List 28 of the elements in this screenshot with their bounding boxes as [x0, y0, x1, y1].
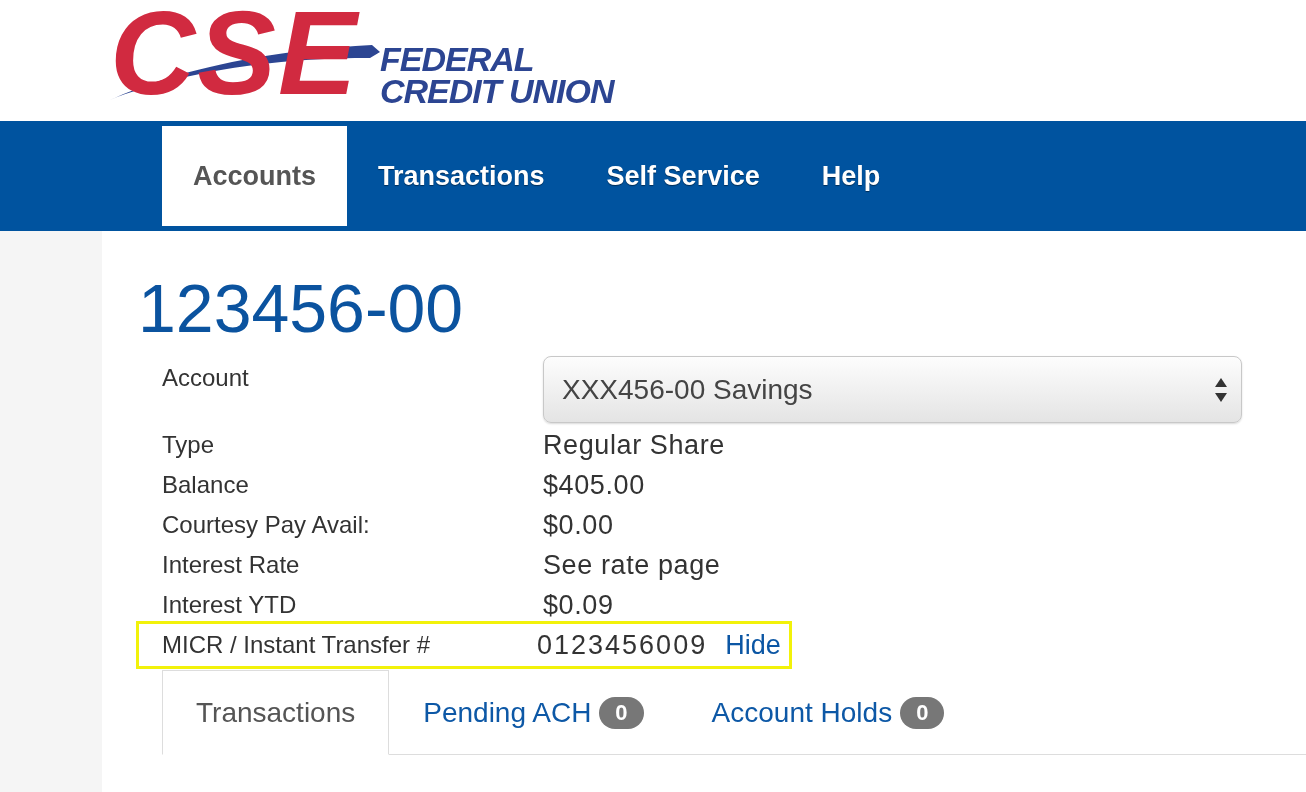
field-label: Type [162, 430, 216, 460]
count-badge: 0 [599, 696, 644, 729]
field-value: $0.00 [543, 509, 614, 542]
account-number-title: 123456-00 [138, 269, 464, 348]
logo-text: CREDIT UNION [380, 75, 616, 107]
tab[interactable]: Transactions [162, 670, 390, 755]
field-value: $0.09 [543, 589, 614, 622]
hide-link[interactable]: Hide [725, 625, 781, 665]
field-label: Interest YTD [162, 590, 298, 620]
sort-arrows-icon [1215, 377, 1227, 402]
nav-tab[interactable]: Self Service [575, 126, 791, 226]
logo-text: FEDERAL [380, 43, 535, 75]
field-value: Regular Share [543, 429, 725, 462]
field-label: Balance [162, 470, 250, 500]
field-value: $405.00 [543, 469, 645, 502]
tab[interactable]: Pending ACH 0 [389, 670, 678, 754]
account-select[interactable]: XXX456-00 Savings [543, 356, 1242, 423]
field-label: Courtesy Pay Avail: [162, 510, 371, 540]
nav-tab[interactable]: Accounts [162, 126, 348, 226]
field-label: Account [162, 363, 250, 393]
field-label: Interest Rate [162, 550, 301, 580]
field-label: MICR / Instant Transfer # [162, 630, 432, 660]
field-value: 0123456009 [537, 629, 708, 662]
nav-tab[interactable]: Transactions [347, 126, 576, 226]
field-value: See rate page [543, 549, 721, 582]
count-badge: 0 [900, 696, 945, 729]
nav-tab[interactable]: Help [790, 126, 912, 226]
tab[interactable]: Account Holds 0 [677, 670, 979, 754]
